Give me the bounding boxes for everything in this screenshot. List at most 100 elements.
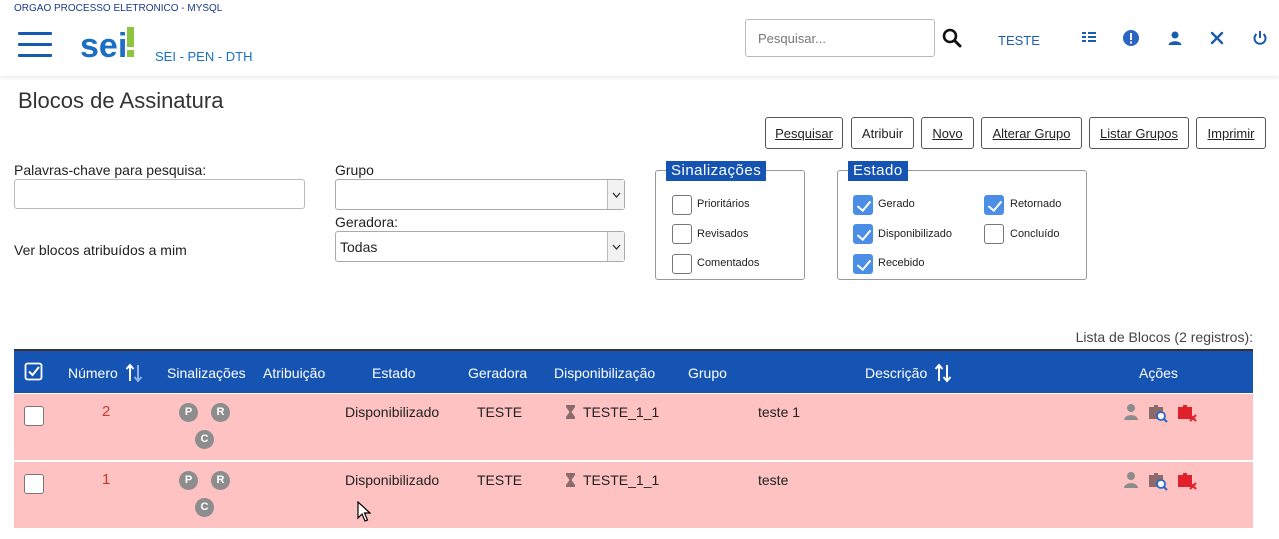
recebido-label: Recebido (878, 257, 925, 269)
org-name: ORGAO PROCESSO ELETRONICO - MYSQL (14, 3, 223, 14)
table-row[interactable]: 2 P R C Disponibilizado TESTE TESTE_1_1 … (14, 394, 1253, 461)
user-icon[interactable] (1166, 29, 1184, 47)
geradora-select[interactable]: Todas (335, 231, 625, 262)
col-numero[interactable]: Número (68, 365, 118, 381)
row-checkbox[interactable] (24, 474, 44, 494)
imprimir-button[interactable]: Imprimir (1196, 117, 1266, 149)
novo-label: Novo (932, 125, 963, 141)
view-block-icon[interactable] (1147, 470, 1168, 491)
grid-icon[interactable] (1080, 29, 1098, 47)
retornado-checkbox[interactable] (984, 195, 1004, 215)
sinalizacoes-legend: Sinalizações (666, 161, 767, 181)
row-descricao: teste 1 (758, 404, 801, 420)
row-disponibilizacao: TESTE_1_1 (583, 404, 660, 420)
delete-block-icon[interactable] (1176, 470, 1197, 490)
col-geradora: Geradora (468, 365, 528, 381)
disponibilizado-label: Disponibilizado (878, 228, 952, 240)
retornado-label: Retornado (1010, 198, 1062, 210)
concluido-checkbox[interactable] (984, 224, 1004, 244)
prioritarios-checkbox[interactable] (672, 195, 692, 215)
col-grupo: Grupo (688, 365, 727, 381)
chevron-down-icon (607, 180, 624, 209)
ver-blocos-link[interactable]: Ver blocos atribuídos a mim (14, 242, 187, 258)
row-geradora: TESTE (477, 404, 523, 420)
row-descricao: teste (758, 472, 789, 488)
alterar-grupo-button[interactable]: Alterar Grupo (981, 117, 1082, 149)
disponibilizado-checkbox[interactable] (853, 224, 873, 244)
table-header: Número Sinalizações Atribuição Estado Ge… (14, 349, 1253, 393)
keywords-input[interactable] (14, 179, 305, 209)
pesquisar-button[interactable]: Pesquisar (765, 117, 843, 149)
keywords-label: Palavras-chave para pesquisa: (14, 162, 207, 178)
menu-icon[interactable] (18, 32, 52, 60)
row-disponibilizacao: TESTE_1_1 (583, 472, 660, 488)
comentados-label: Comentados (697, 257, 760, 269)
mouse-cursor-icon (357, 500, 372, 528)
hourglass-icon (566, 473, 575, 492)
revisados-checkbox[interactable] (672, 224, 692, 244)
sinalizacoes-group: Sinalizações Prioritários Revisados Come… (655, 161, 805, 280)
estado-legend: Estado (848, 161, 908, 181)
delete-block-icon[interactable] (1176, 402, 1197, 422)
col-estado: Estado (372, 365, 416, 381)
alert-icon[interactable] (1122, 29, 1140, 47)
table-row[interactable]: 1 P R C Disponibilizado TESTE TESTE_1_1 … (14, 462, 1253, 529)
listar-grupos-button[interactable]: Listar Grupos (1089, 117, 1189, 149)
select-all-checkbox[interactable] (24, 362, 44, 387)
top-bar: ORGAO PROCESSO ELETRONICO - MYSQL sei SE… (0, 0, 1279, 76)
user-name[interactable]: TESTE (998, 33, 1040, 48)
assign-user-icon[interactable] (1121, 470, 1141, 490)
atribuir-button[interactable]: Atribuir (851, 117, 914, 149)
environment-label: SEI - PEN - DTH (155, 49, 253, 64)
col-atribuicao: Atribuição (263, 365, 326, 381)
row-numero[interactable]: 2 (102, 403, 110, 420)
badge-p-icon[interactable]: P (179, 403, 198, 422)
hourglass-icon (566, 405, 575, 424)
sort-descricao-icon[interactable] (934, 362, 952, 389)
imprimir-label: Imprimir (1207, 125, 1255, 141)
concluido-label: Concluído (1010, 228, 1060, 240)
view-block-icon[interactable] (1147, 402, 1168, 423)
grupo-label: Grupo (335, 162, 374, 178)
col-disponibilizacao: Disponibilização (554, 365, 656, 381)
badge-r-icon[interactable]: R (211, 403, 230, 422)
search-input[interactable] (745, 19, 935, 57)
col-sinalizacoes: Sinalizações (167, 365, 246, 381)
geradora-label: Geradora: (335, 214, 399, 230)
badge-p-icon[interactable]: P (179, 471, 198, 490)
badge-c-icon[interactable]: C (195, 498, 214, 517)
row-checkbox[interactable] (24, 406, 44, 426)
power-icon[interactable] (1251, 29, 1269, 47)
chevron-down-icon (607, 232, 624, 261)
badge-c-icon[interactable]: C (195, 430, 214, 449)
gerado-label: Gerado (878, 198, 915, 210)
prioritarios-label: Prioritários (697, 198, 750, 210)
col-descricao[interactable]: Descrição (865, 365, 927, 381)
comentados-checkbox[interactable] (672, 254, 692, 274)
row-estado: Disponibilizado (345, 404, 440, 420)
listar-grupos-label: Listar Grupos (1099, 125, 1179, 141)
badge-r-icon[interactable]: R (211, 471, 230, 490)
svg-text:sei: sei (80, 27, 127, 63)
search-icon[interactable] (942, 28, 962, 48)
recebido-checkbox[interactable] (853, 254, 873, 274)
revisados-label: Revisados (697, 228, 749, 240)
col-acoes: Ações (1139, 365, 1178, 381)
row-geradora: TESTE (477, 472, 523, 488)
novo-button[interactable]: Novo (921, 117, 974, 149)
assign-user-icon[interactable] (1121, 402, 1141, 422)
row-numero[interactable]: 1 (102, 471, 110, 488)
atribuir-label: Atribuir (861, 125, 904, 141)
grupo-select[interactable] (335, 179, 625, 210)
estado-group: Estado Gerado Disponibilizado Recebido R… (837, 161, 1087, 280)
tools-icon[interactable] (1208, 29, 1226, 47)
pesquisar-label: Pesquisar (775, 125, 833, 141)
page-title: Blocos de Assinatura (18, 88, 224, 113)
sei-logo[interactable]: sei (80, 23, 136, 68)
sort-numero-icon[interactable] (125, 362, 143, 389)
alterar-grupo-label: Alterar Grupo (992, 125, 1071, 141)
geradora-value: Todas (340, 239, 378, 255)
table-caption: Lista de Blocos (2 registros): (1075, 329, 1253, 345)
row-estado: Disponibilizado (345, 472, 440, 488)
gerado-checkbox[interactable] (853, 195, 873, 215)
